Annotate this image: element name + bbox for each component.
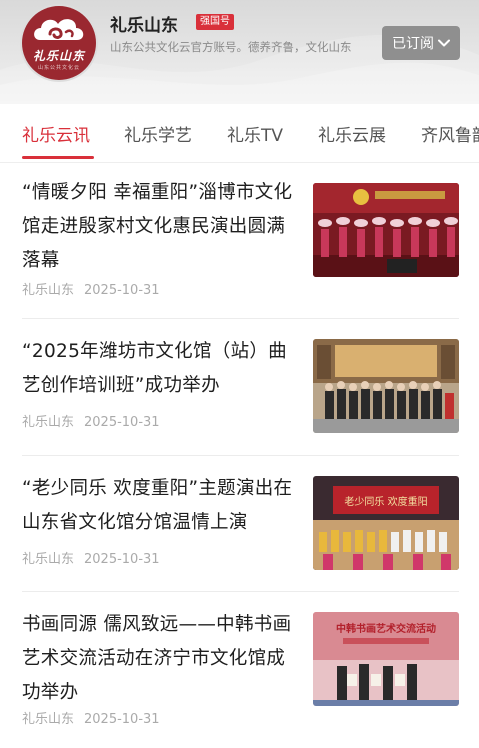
tab-lile-yunxun[interactable]: 礼乐云讯 — [22, 121, 90, 146]
article-source: 礼乐山东 — [22, 283, 75, 298]
account-badge: 强国号 — [196, 14, 234, 30]
tab-lile-tv[interactable]: 礼乐TV — [227, 121, 283, 146]
subscribe-label: 已订阅 — [392, 36, 434, 52]
event-stage-image: 老少同乐 欢度重阳 — [313, 476, 459, 570]
article-title[interactable]: 书画同源 儒风致远——中韩书画艺术交流活动在济宁市文化馆成功举办 — [22, 608, 294, 710]
article-thumbnail[interactable] — [313, 183, 459, 277]
tab-lile-yunzhan[interactable]: 礼乐云展 — [318, 121, 386, 146]
tab-lile-xueyi[interactable]: 礼乐学艺 — [124, 121, 192, 146]
article-item[interactable]: 书画同源 儒风致远——中韩书画艺术交流活动在济宁市文化馆成功举办 礼乐山东 202… — [0, 608, 479, 748]
thumb-banner-text: 中韩书画艺术交流活动 — [336, 622, 436, 635]
article-thumbnail[interactable]: 中韩书画艺术交流活动 — [313, 612, 459, 706]
article-source: 礼乐山东 — [22, 552, 75, 567]
category-tabs: 礼乐云讯 礼乐学艺 礼乐TV 礼乐云展 齐风鲁韵 — [0, 104, 479, 163]
article-date: 2025-10-31 — [84, 415, 160, 430]
account-header: 礼乐山东 山东公共文化云 礼乐山东 强国号 山东公共文化云官方账号。德养齐鲁，文… — [0, 0, 479, 104]
group-photo-image — [313, 339, 459, 433]
article-meta: 礼乐山东 2025-10-31 — [22, 279, 160, 298]
article-date: 2025-10-31 — [84, 552, 160, 567]
article-thumbnail[interactable]: 老少同乐 欢度重阳 — [313, 476, 459, 570]
article-item[interactable]: “情暖夕阳 幸福重阳”淄博市文化馆走进殷家村文化惠民演出圆满落幕 礼乐山东 202… — [0, 176, 479, 316]
article-source: 礼乐山东 — [22, 415, 75, 430]
article-meta: 礼乐山东 2025-10-31 — [22, 548, 160, 567]
article-title[interactable]: “2025年潍坊市文化馆（站）曲艺创作培训班”成功举办 — [22, 335, 294, 403]
article-title[interactable]: “老少同乐 欢度重阳”主题演出在山东省文化馆分馆温情上演 — [22, 472, 294, 540]
tab-qifeng-luyun[interactable]: 齐风鲁韵 — [421, 121, 479, 146]
account-description: 山东公共文化云官方账号。德养齐鲁，文化山东 — [110, 40, 352, 54]
logo-subtext: 山东公共文化云 — [37, 65, 80, 71]
cloud-logo-icon — [34, 19, 84, 40]
article-date: 2025-10-31 — [84, 283, 160, 298]
article-item[interactable]: “2025年潍坊市文化馆（站）曲艺创作培训班”成功举办 礼乐山东 2025-10-… — [0, 335, 479, 475]
account-logo[interactable]: 礼乐山东 山东公共文化云 — [22, 6, 96, 80]
article-date: 2025-10-31 — [84, 712, 160, 727]
performance-stage-image — [313, 183, 459, 277]
calligraphy-event-image: 中韩书画艺术交流活动 — [313, 612, 459, 706]
chevron-down-icon — [438, 39, 450, 47]
logo-text: 礼乐山东 — [32, 49, 85, 63]
list-divider — [22, 455, 459, 456]
article-title[interactable]: “情暖夕阳 幸福重阳”淄博市文化馆走进殷家村文化惠民演出圆满落幕 — [22, 176, 294, 278]
list-divider — [22, 318, 459, 319]
thumb-banner-text: 老少同乐 欢度重阳 — [344, 495, 427, 508]
subscribe-button[interactable]: 已订阅 — [382, 26, 460, 60]
list-divider — [22, 591, 459, 592]
account-name: 礼乐山东 — [110, 16, 178, 36]
active-tab-indicator — [22, 156, 94, 159]
article-meta: 礼乐山东 2025-10-31 — [22, 411, 160, 430]
article-source: 礼乐山东 — [22, 712, 75, 727]
article-thumbnail[interactable] — [313, 339, 459, 433]
